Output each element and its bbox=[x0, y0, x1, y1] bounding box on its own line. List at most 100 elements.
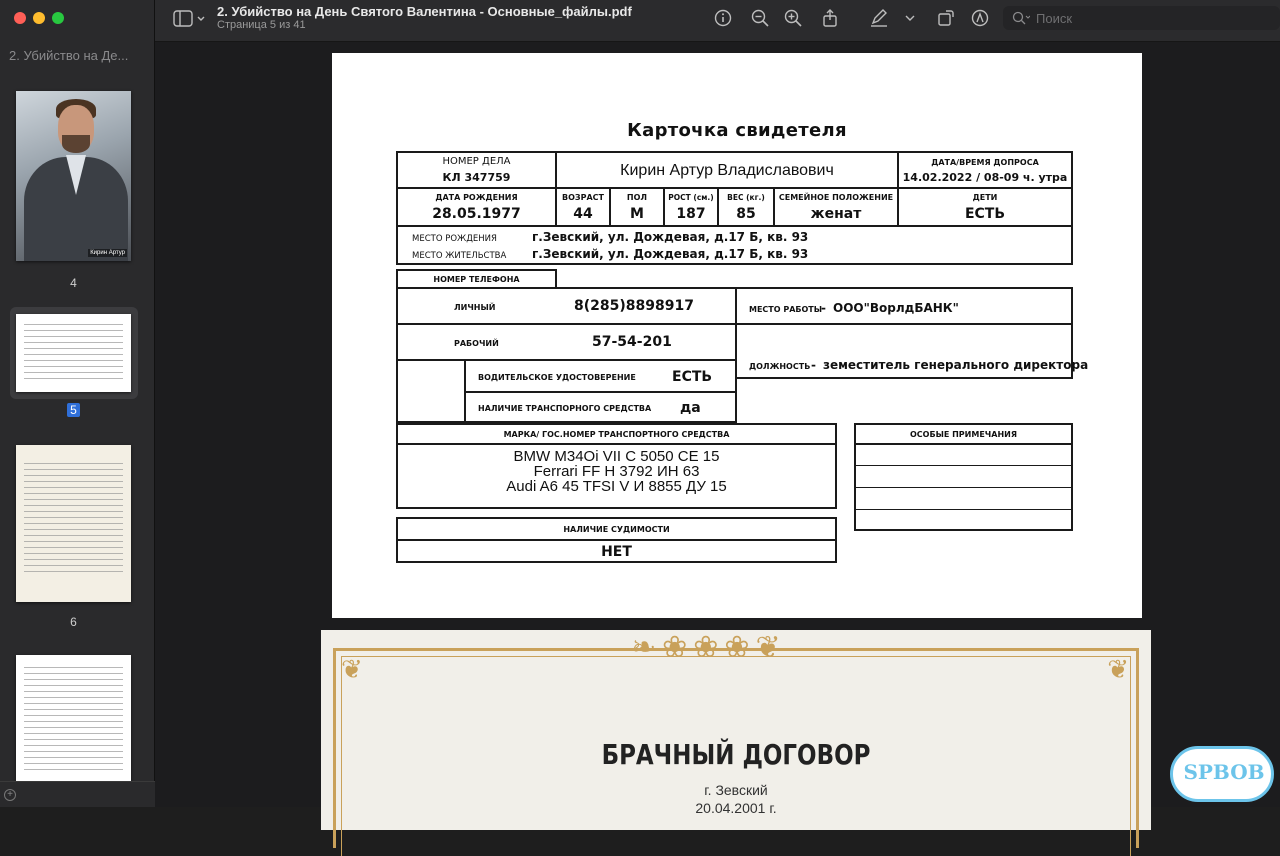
weight-label: ВЕС (кг.) bbox=[727, 193, 765, 202]
vehicle-box: НАЛИЧИЕ ТРАНСПОРНОГО СРЕДСТВА да bbox=[464, 391, 737, 423]
position-box: ДОЛЖНОСТЬ - земеститель генерального дир… bbox=[735, 323, 1088, 379]
plate-1: BMW M34Oi VII С 5050 СЕ 15 bbox=[513, 448, 720, 465]
watermark-text: SPBOB bbox=[1183, 760, 1265, 784]
thumbnail-page-5[interactable] bbox=[10, 307, 138, 399]
workplace-box: МЕСТО РАБОТЫ - ООО"ВорлдБАНК" bbox=[735, 287, 1073, 325]
sidebar-document-title: 2. Убийство на Де... bbox=[9, 48, 129, 63]
close-window-button[interactable] bbox=[14, 12, 26, 24]
thumbnail-image bbox=[16, 445, 131, 602]
thumbnail-page-7[interactable] bbox=[10, 648, 138, 788]
birthplace-value: г.Зевский, ул. Дождевая, д.17 Б, кв. 93 bbox=[532, 230, 809, 244]
search-placeholder: Поиск bbox=[1036, 11, 1073, 26]
watermark-badge: SPBOB bbox=[1170, 742, 1278, 804]
empty-box bbox=[396, 359, 466, 423]
preview-window: 2. Убийство на Де... Кирин Артур 4 5 6 +… bbox=[0, 0, 1280, 856]
info-icon[interactable] bbox=[713, 8, 733, 28]
children-box: ДЕТИ ЕСТЬ bbox=[897, 187, 1073, 227]
workplace-dash: - bbox=[821, 301, 826, 315]
age-box: ВОЗРАСТ 44 bbox=[555, 187, 611, 227]
minimize-window-button[interactable] bbox=[33, 12, 45, 24]
zoom-out-icon[interactable] bbox=[750, 8, 770, 28]
record-label-box: НАЛИЧИЕ СУДИМОСТИ bbox=[396, 517, 837, 541]
address-box: МЕСТО РОЖДЕНИЯ г.Зевский, ул. Дождевая, … bbox=[396, 225, 1073, 265]
thumbnail-image bbox=[16, 314, 131, 392]
dob-label: ДАТА РОЖДЕНИЯ bbox=[435, 193, 518, 202]
notes-lines bbox=[854, 443, 1073, 531]
full-name-box: Кирин Артур Владиславович bbox=[555, 151, 899, 189]
personal-phone-label: ЛИЧНЫЙ bbox=[454, 303, 496, 312]
children-label: ДЕТИ bbox=[972, 193, 998, 202]
work-phone-value: 57-54-201 bbox=[592, 334, 672, 350]
case-number-box: НОМЕР ДЕЛА КЛ 347759 bbox=[396, 151, 557, 189]
thumbnail-page-number: 5 bbox=[0, 403, 147, 417]
interview-value: 14.02.2022 / 08-09 ч. утра bbox=[902, 171, 1068, 184]
full-name-value: Кирин Артур Владиславович bbox=[620, 162, 834, 179]
plates-box: BMW M34Oi VII С 5050 СЕ 15 Ferrari FF Н … bbox=[396, 443, 837, 509]
thumbnail-page-4[interactable]: Кирин Артур bbox=[10, 84, 138, 274]
height-value: 187 bbox=[676, 206, 706, 222]
sidebar-toggle-icon[interactable] bbox=[173, 10, 207, 28]
marital-label: СЕМЕЙНОЕ ПОЛОЖЕНИЕ bbox=[778, 193, 894, 202]
thumbnail-image bbox=[16, 655, 131, 785]
license-box: ВОДИТЕЛЬСКОЕ УДОСТОВЕРЕНИЕ ЕСТЬ bbox=[464, 359, 737, 393]
zoom-window-button[interactable] bbox=[52, 12, 64, 24]
weight-box: ВЕС (кг.) 85 bbox=[717, 187, 775, 227]
vehicle-value: да bbox=[680, 400, 701, 416]
contract-date: 20.04.2001 г. bbox=[695, 800, 777, 816]
pdf-page-6: ❦ ❦ ❧❀❀❀❦ БРАЧНЫЙ ДОГОВОР г. Зевский 20.… bbox=[321, 630, 1151, 856]
photo-name-tag: Кирин Артур bbox=[88, 249, 127, 257]
children-value: ЕСТЬ bbox=[964, 206, 1006, 222]
plate-2: Ferrari FF Н 3792 ИН 63 bbox=[533, 463, 700, 480]
birthplace-label: МЕСТО РОЖДЕНИЯ bbox=[412, 234, 497, 244]
plate-3: Audi A6 45 TFSI V И 8855 ДУ 15 bbox=[506, 478, 727, 495]
zoom-in-icon[interactable] bbox=[783, 8, 803, 28]
markup-pen-icon[interactable] bbox=[869, 8, 889, 28]
search-icon bbox=[1012, 11, 1030, 25]
thumbnail-page-number: 4 bbox=[70, 276, 77, 290]
thumbnail-page-6[interactable] bbox=[10, 438, 138, 610]
position-value: земеститель генерального директора bbox=[823, 358, 1089, 372]
residence-label: МЕСТО ЖИТЕЛЬСТВА bbox=[412, 251, 507, 261]
phone-label: НОМЕР ТЕЛЕФОНА bbox=[433, 275, 520, 284]
share-icon[interactable] bbox=[820, 8, 840, 28]
workplace-value: ООО"ВорлдБАНК" bbox=[833, 301, 959, 315]
contract-city: г. Зевский bbox=[704, 782, 768, 798]
contract-title: БРАЧНЫЙ ДОГОВОР bbox=[601, 738, 871, 771]
thumbnail-page-number: 6 bbox=[70, 615, 77, 629]
add-page-icon[interactable]: + bbox=[4, 789, 16, 801]
age-value: 44 bbox=[573, 206, 593, 222]
record-label: НАЛИЧИЕ СУДИМОСТИ bbox=[563, 525, 670, 534]
chevron-down-icon[interactable] bbox=[903, 8, 917, 28]
rotate-icon[interactable] bbox=[936, 8, 956, 28]
corner-ornament-icon: ❦ bbox=[341, 654, 363, 684]
document-view[interactable]: Карточка свидетеля НОМЕР ДЕЛА КЛ 347759 … bbox=[155, 42, 1280, 856]
search-field[interactable]: Поиск bbox=[1003, 6, 1280, 30]
sex-box: ПОЛ М bbox=[609, 187, 665, 227]
top-ornament-icon: ❧❀❀❀❦ bbox=[631, 631, 787, 664]
document-title: 2. Убийство на День Святого Валентина - … bbox=[217, 4, 632, 19]
height-label: РОСТ (см.) bbox=[668, 193, 714, 202]
license-value: ЕСТЬ bbox=[672, 369, 713, 385]
sex-value: М bbox=[630, 206, 644, 222]
work-phone-label: РАБОЧИЙ bbox=[454, 339, 499, 348]
license-label: ВОДИТЕЛЬСКОЕ УДОСТОВЕРЕНИЕ bbox=[478, 373, 636, 382]
phone-label-box: НОМЕР ТЕЛЕФОНА bbox=[396, 269, 557, 289]
height-box: РОСТ (см.) 187 bbox=[663, 187, 719, 227]
sex-label: ПОЛ bbox=[626, 193, 648, 202]
card-title: Карточка свидетеля bbox=[627, 120, 847, 141]
interview-label: ДАТА/ВРЕМЯ ДОПРОСА bbox=[931, 158, 1039, 167]
interview-box: ДАТА/ВРЕМЯ ДОПРОСА 14.02.2022 / 08-09 ч.… bbox=[897, 151, 1073, 189]
thumbnail-sidebar: 2. Убийство на Де... Кирин Артур 4 5 6 + bbox=[0, 0, 155, 807]
marital-value: женат bbox=[810, 206, 862, 222]
dob-value: 28.05.1977 bbox=[432, 206, 521, 222]
weight-value: 85 bbox=[736, 206, 756, 222]
position-label: ДОЛЖНОСТЬ bbox=[749, 362, 811, 371]
record-value-box: НЕТ bbox=[396, 539, 837, 563]
workplace-label: МЕСТО РАБОТЫ bbox=[749, 305, 823, 314]
case-number-value: КЛ 347759 bbox=[442, 171, 511, 184]
work-phone-box: РАБОЧИЙ 57-54-201 bbox=[396, 323, 737, 361]
markup-circle-icon[interactable] bbox=[970, 8, 990, 28]
age-label: ВОЗРАСТ bbox=[562, 193, 604, 202]
personal-phone-value: 8(285)8898917 bbox=[574, 298, 694, 314]
toolbar: 2. Убийство на День Святого Валентина - … bbox=[155, 0, 1280, 42]
